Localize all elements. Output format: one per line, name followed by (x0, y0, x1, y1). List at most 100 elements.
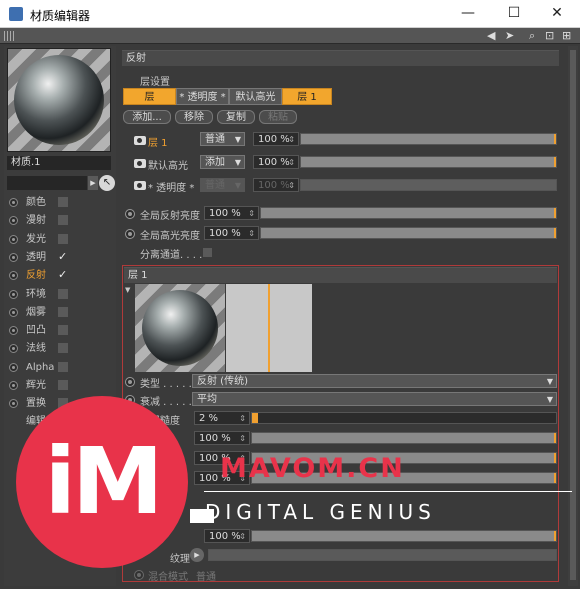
pointer-icon[interactable]: ➤ (505, 29, 514, 42)
channel-item[interactable]: 反射 ✓ (6, 267, 112, 284)
channel-item[interactable]: 凹凸 (6, 322, 112, 339)
material-name[interactable]: 材质.1 (7, 156, 111, 170)
visibility-eye-icon[interactable] (134, 159, 146, 168)
global-reflection-slider[interactable] (260, 207, 557, 219)
channel-checkbox[interactable] (58, 288, 68, 299)
layer-opacity-field[interactable]: 100 % ⇕ (253, 132, 299, 146)
remove-layer-button[interactable]: 移除 (175, 110, 213, 124)
layer-mode-dropdown[interactable]: 添加 ▼ (200, 155, 245, 169)
attenuation-dropdown[interactable]: 平均 ▼ (192, 392, 557, 406)
channel-checkbox[interactable] (58, 361, 68, 372)
visibility-eye-icon[interactable] (134, 181, 146, 190)
lock-icon[interactable]: ⊡ (545, 29, 554, 42)
channel-checkbox[interactable] (58, 215, 68, 226)
layer-name[interactable]: * 透明度 * (148, 179, 194, 194)
animation-radio[interactable] (9, 362, 18, 372)
layer-name[interactable]: 默认高光 (148, 157, 188, 172)
animation-radio[interactable] (9, 234, 18, 244)
back-arrow-icon[interactable]: ◀ (487, 29, 495, 42)
animation-radio[interactable] (9, 198, 18, 207)
visibility-eye-icon[interactable] (134, 136, 146, 145)
animation-radio[interactable] (9, 326, 18, 336)
gradient-marker[interactable] (268, 284, 270, 372)
animation-radio[interactable] (9, 289, 18, 299)
channel-item[interactable]: 透明 ✓ (6, 249, 112, 266)
roughness-slider[interactable] (251, 412, 557, 424)
animation-radio[interactable] (9, 381, 18, 390)
animation-radio[interactable] (9, 271, 18, 281)
cursor-icon[interactable]: ↖ (99, 175, 115, 191)
animation-radio[interactable] (9, 216, 18, 226)
animation-radio[interactable] (125, 209, 135, 219)
animation-radio[interactable] (9, 344, 18, 354)
panel-scrollbar[interactable] (568, 46, 578, 586)
animation-radio[interactable] (9, 252, 18, 262)
chevron-right-icon[interactable]: ▶ (88, 176, 98, 190)
reflection-strength-slider[interactable] (251, 432, 557, 444)
layer-settings-label: 层设置 (140, 77, 170, 88)
layer-opacity-slider[interactable] (300, 133, 557, 145)
brightness-slider[interactable] (251, 530, 557, 542)
chevron-right-icon[interactable]: ▶ (190, 548, 204, 562)
material-preview[interactable] (7, 48, 111, 152)
channel-label: 辉光 (26, 380, 46, 391)
animation-radio[interactable] (9, 399, 18, 409)
layer-preview[interactable] (135, 284, 225, 372)
global-highlight-slider[interactable] (260, 227, 557, 239)
channel-checkbox[interactable] (58, 380, 68, 390)
tab-transparency[interactable]: * 透明度 * (176, 88, 229, 105)
collapse-arrow-icon[interactable]: ▼ (125, 286, 130, 294)
type-label: 类型 . . . . . (140, 379, 192, 390)
add-layer-button[interactable]: 添加... (123, 110, 171, 124)
search-icon[interactable]: ⌕ (529, 29, 535, 43)
channel-item[interactable]: 法线 (6, 340, 112, 357)
reflection-strength-field[interactable]: 100 % ⇕ (194, 431, 250, 445)
channel-checkbox[interactable] (58, 343, 68, 354)
channel-checkbox[interactable]: ✓ (58, 251, 68, 262)
channel-checkbox[interactable] (58, 325, 68, 336)
close-button[interactable]: ✕ (534, 0, 580, 28)
channel-checkbox[interactable] (58, 197, 68, 207)
channel-item[interactable]: 颜色 (6, 194, 112, 211)
new-panel-icon[interactable]: ⊞ (562, 29, 571, 42)
channel-label: Alpha (26, 361, 55, 373)
tab-layer-1[interactable]: 层 1 (282, 88, 332, 105)
channel-item[interactable]: Alpha (6, 359, 112, 376)
channel-item[interactable]: 漫射 (6, 212, 112, 229)
type-dropdown[interactable]: 反射 (传统) ▼ (192, 374, 557, 388)
channel-checkbox[interactable] (58, 306, 68, 317)
animation-radio[interactable] (9, 307, 18, 317)
watermark-tagline: DIGITAL GENIUS (205, 500, 436, 524)
layer-opacity-slider (300, 179, 557, 191)
tab-default-specular[interactable]: 默认高光 (229, 88, 282, 105)
layer-opacity-field: 100 % ⇕ (253, 178, 299, 192)
tab-layers[interactable]: 层 (123, 88, 176, 105)
channel-checkbox[interactable]: ✓ (58, 269, 68, 280)
channel-filter-field[interactable] (7, 176, 87, 190)
channel-item[interactable]: 辉光 (6, 377, 112, 394)
copy-layer-button[interactable]: 复制 (217, 110, 255, 124)
channel-label: 颜色 (26, 197, 46, 208)
brightness-field[interactable]: 100 % ⇕ (204, 529, 250, 543)
layer-opacity-slider[interactable] (300, 156, 557, 168)
paste-layer-button: 粘贴 (259, 110, 297, 124)
maximize-button[interactable]: ☐ (491, 0, 537, 28)
global-reflection-field[interactable]: 100 % ⇕ (204, 206, 259, 220)
texture-field[interactable] (208, 549, 557, 561)
global-highlight-field[interactable]: 100 % ⇕ (204, 226, 259, 240)
watermark-site: MAVOM.CN (220, 453, 405, 484)
separate-channels-checkbox[interactable] (203, 248, 212, 257)
roughness-field[interactable]: 2 % ⇕ (194, 411, 250, 425)
animation-radio[interactable] (125, 229, 135, 239)
channel-item[interactable]: 环境 (6, 286, 112, 303)
minimize-button[interactable]: — (445, 0, 491, 28)
layer-name[interactable]: 层 1 (148, 134, 168, 149)
channel-item[interactable]: 烟雾 (6, 304, 112, 321)
animation-radio[interactable] (125, 377, 135, 387)
layer-opacity-field[interactable]: 100 % ⇕ (253, 155, 299, 169)
grip-icon[interactable] (4, 31, 14, 41)
channel-item[interactable]: 发光 (6, 231, 112, 248)
layer-mode-dropdown[interactable]: 普通 ▼ (200, 132, 245, 146)
channel-label: 置换 (26, 398, 46, 410)
channel-checkbox[interactable] (58, 233, 68, 244)
